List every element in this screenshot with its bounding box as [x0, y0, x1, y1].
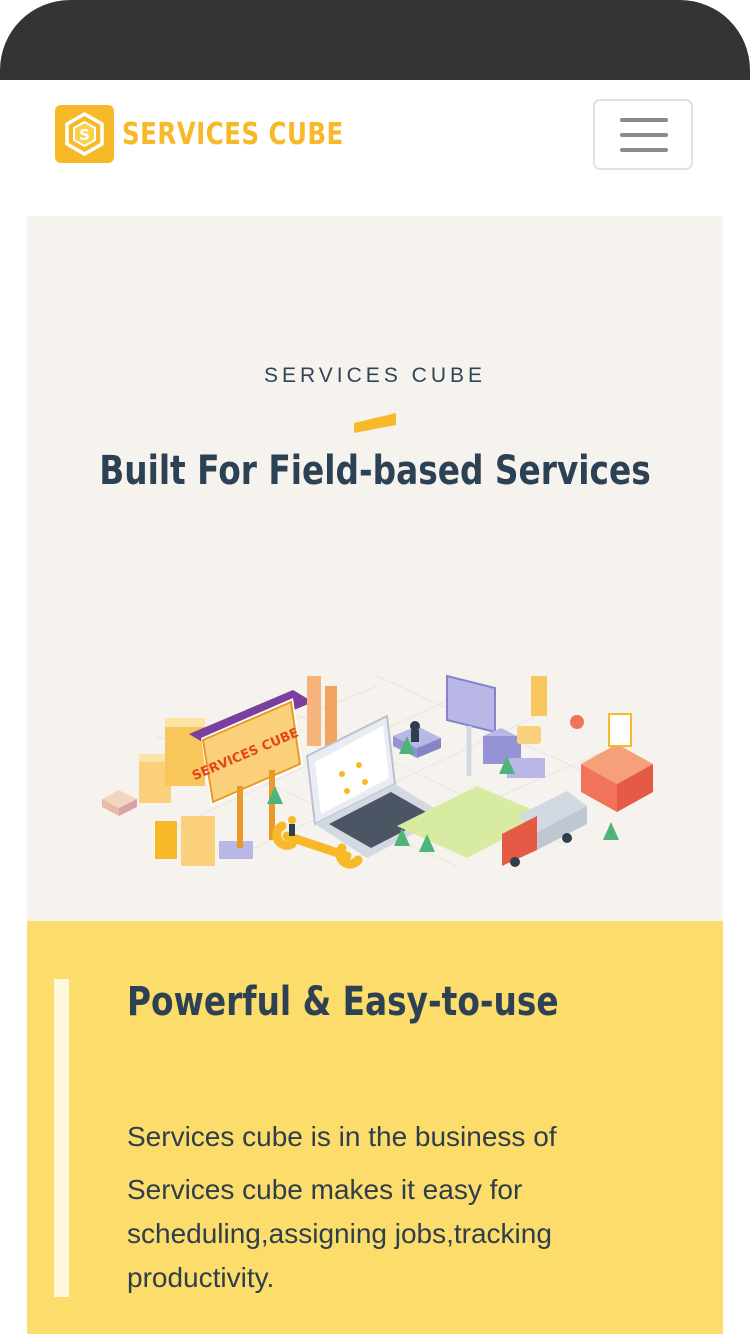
- services-cube-logo-icon: S: [55, 105, 114, 163]
- feature-paragraph-2: Services cube makes it easy for scheduli…: [127, 1174, 552, 1293]
- menu-toggle-button[interactable]: [593, 99, 693, 170]
- feature-title: Powerful & Easy-to-use: [127, 979, 559, 1025]
- brand-name: SERVICES CUBE: [122, 116, 344, 152]
- isometric-city-illustration: SERVICES CUBE: [102, 674, 653, 869]
- svg-text:S: S: [79, 126, 90, 144]
- feature-paragraph-1: Services cube is in the business of: [127, 1121, 557, 1152]
- feature-accent-bar: [54, 979, 69, 1297]
- hamburger-menu-icon: [620, 118, 668, 122]
- device-status-bar: [0, 0, 750, 80]
- hero-title: Built For Field-based Services: [99, 448, 651, 494]
- feature-section: Powerful & Easy-to-use Services cube is …: [27, 921, 723, 1334]
- hero-section: SERVICES CUBE Built For Field-based Serv…: [27, 216, 723, 921]
- navbar: S SERVICES CUBE: [0, 80, 750, 216]
- accent-dash: [354, 413, 396, 433]
- brand-logo-link[interactable]: S SERVICES CUBE: [55, 105, 392, 163]
- hero-eyebrow: SERVICES CUBE: [264, 364, 486, 387]
- feature-description: Services cube is in the business of Serv…: [127, 1115, 647, 1300]
